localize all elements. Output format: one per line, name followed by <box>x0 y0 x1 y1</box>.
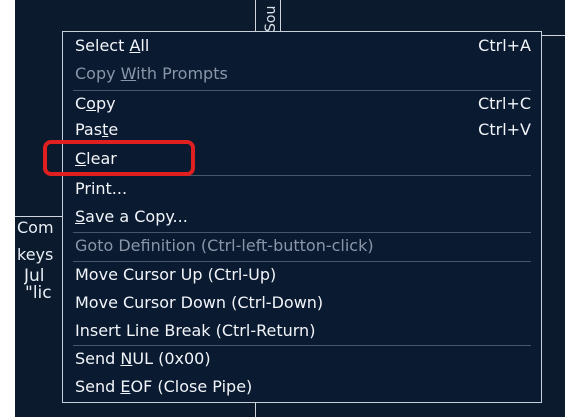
menu-item-label: Move Cursor Down (Ctrl-Down) <box>75 293 324 312</box>
menu-item-save-a-copy[interactable]: Save a Copy... <box>75 205 531 229</box>
menu-separator <box>73 90 531 91</box>
pane-divider-left <box>15 216 62 217</box>
menu-separator <box>73 345 531 346</box>
menu-item-send-nul[interactable]: Send NUL (0x00) <box>75 347 531 371</box>
pane-divider-top-2 <box>280 0 281 31</box>
bg-com-label: Com <box>17 218 54 237</box>
menu-item-label: Copy With Prompts <box>75 64 228 83</box>
menu-item-move-cursor-down[interactable]: Move Cursor Down (Ctrl-Down) <box>75 291 531 315</box>
menu-item-copy-with-prompts[interactable]: Copy With Prompts <box>75 62 531 86</box>
menu-item-move-cursor-up[interactable]: Move Cursor Up (Ctrl-Up) <box>75 263 531 287</box>
menu-item-label: Select All <box>75 36 150 55</box>
menu-item-shortcut: Ctrl+C <box>477 94 531 113</box>
menu-item-select-all[interactable]: Select All Ctrl+A <box>75 34 531 58</box>
bg-keys-label: keys <box>17 245 54 264</box>
menu-item-label: Insert Line Break (Ctrl-Return) <box>75 321 316 340</box>
menu-item-shortcut: Ctrl+V <box>478 120 531 139</box>
menu-item-shortcut: Ctrl+A <box>478 36 531 55</box>
menu-item-paste[interactable]: Paste Ctrl+V <box>75 118 531 142</box>
menu-item-goto-definition[interactable]: Goto Definition (Ctrl-left-button-click) <box>75 234 531 258</box>
menu-item-label: Send EOF (Close Pipe) <box>75 377 253 396</box>
menu-separator <box>73 232 531 233</box>
menu-item-print[interactable]: Print... <box>75 177 531 201</box>
menu-item-label: Save a Copy... <box>75 207 188 226</box>
bg-lic-label: "lic <box>25 283 52 303</box>
menu-item-label: Print... <box>75 179 128 198</box>
menu-item-label: Paste <box>75 120 119 139</box>
context-menu: Select All Ctrl+A Copy With Prompts Copy… <box>62 31 542 403</box>
pane-divider-right <box>542 35 565 36</box>
pane-divider-top <box>255 0 256 31</box>
menu-separator <box>73 261 531 262</box>
clear-highlight-annotation <box>43 140 195 176</box>
menu-item-label: Send NUL (0x00) <box>75 349 211 368</box>
source-tab-label: Sou <box>263 5 279 32</box>
menu-item-label: Move Cursor Up (Ctrl-Up) <box>75 265 277 284</box>
menu-item-label: Copy <box>75 94 116 113</box>
menu-item-insert-line-break[interactable]: Insert Line Break (Ctrl-Return) <box>75 319 531 343</box>
left-white-margin <box>0 0 15 417</box>
menu-item-send-eof[interactable]: Send EOF (Close Pipe) <box>75 375 531 399</box>
menu-item-copy[interactable]: Copy Ctrl+C <box>75 92 531 116</box>
menu-item-label: Goto Definition (Ctrl-left-button-click) <box>75 236 374 255</box>
pane-divider-bottom <box>255 403 256 417</box>
